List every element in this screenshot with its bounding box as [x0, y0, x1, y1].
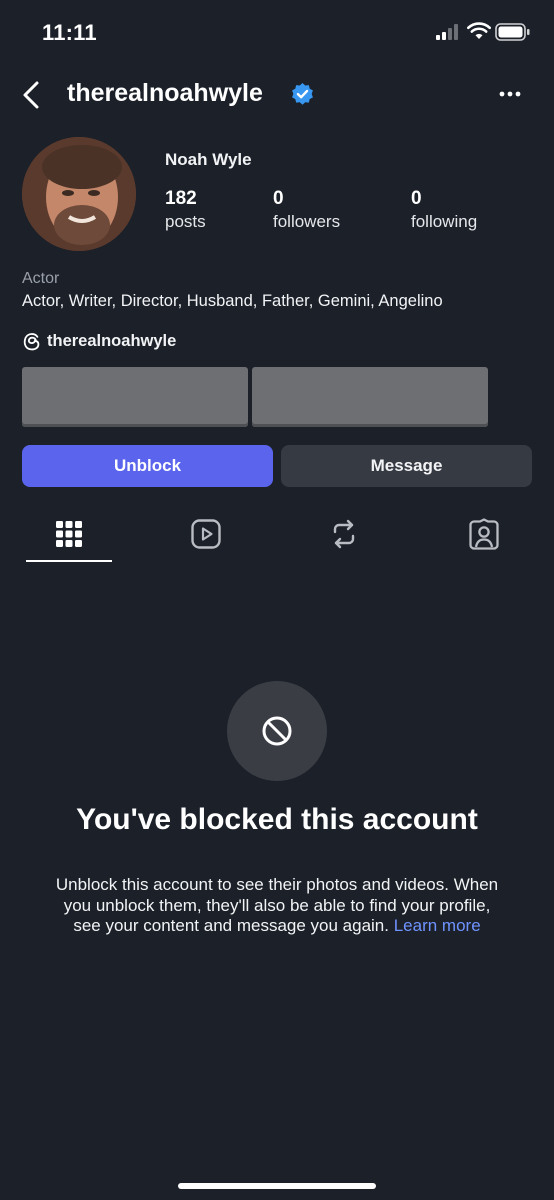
blocked-description: Unblock this account to see their photos…	[50, 875, 504, 937]
reels-icon	[191, 519, 221, 549]
profile-header: therealnoahwyle	[0, 70, 554, 118]
tab-tagged[interactable]	[441, 508, 527, 562]
profile-bio: Actor, Writer, Director, Husband, Father…	[22, 292, 443, 310]
message-button[interactable]: Message	[281, 445, 532, 487]
tab-grid[interactable]	[26, 508, 112, 562]
repost-icon	[333, 519, 355, 549]
stat-following-value: 0	[411, 188, 422, 209]
verified-badge-icon	[292, 83, 313, 105]
block-icon-circle	[227, 681, 327, 781]
avatar[interactable]	[22, 137, 136, 251]
stat-following[interactable]: 0 following	[411, 188, 477, 232]
stat-posts-label: posts	[165, 212, 206, 231]
tagged-icon	[469, 518, 499, 550]
unblock-button[interactable]: Unblock	[22, 445, 273, 487]
tab-reels[interactable]	[163, 508, 249, 562]
wifi-icon	[467, 22, 491, 39]
battery-icon	[495, 23, 530, 41]
threads-handle: therealnoahwyle	[47, 332, 177, 350]
stat-followers[interactable]: 0 followers	[273, 188, 340, 232]
more-options-icon[interactable]	[498, 90, 522, 98]
header-username: therealnoahwyle	[67, 79, 263, 107]
home-indicator[interactable]	[178, 1183, 376, 1189]
stat-followers-label: followers	[273, 212, 341, 231]
stat-followers-value: 0	[273, 188, 284, 209]
cellular-signal-icon	[436, 24, 458, 40]
tab-reposts[interactable]	[301, 508, 387, 562]
status-time: 11:11	[42, 20, 97, 45]
stat-posts[interactable]: 182 posts	[165, 188, 206, 232]
stat-posts-value: 182	[165, 188, 197, 209]
status-bar: 11:11	[0, 0, 554, 64]
grid-icon	[56, 521, 82, 547]
avatar-photo	[22, 137, 136, 251]
stat-following-label: following	[411, 212, 478, 231]
active-tab-indicator	[26, 560, 112, 562]
learn-more-link[interactable]: Learn more	[394, 916, 481, 935]
threads-icon	[23, 333, 40, 351]
redacted-block	[252, 367, 488, 427]
profile-tabs	[0, 508, 554, 564]
display-name: Noah Wyle	[165, 150, 252, 169]
back-chevron-icon[interactable]	[20, 80, 42, 110]
profile-category: Actor	[22, 270, 60, 287]
blocked-title: You've blocked this account	[76, 803, 478, 836]
block-icon	[262, 716, 292, 746]
redacted-block	[22, 367, 248, 427]
